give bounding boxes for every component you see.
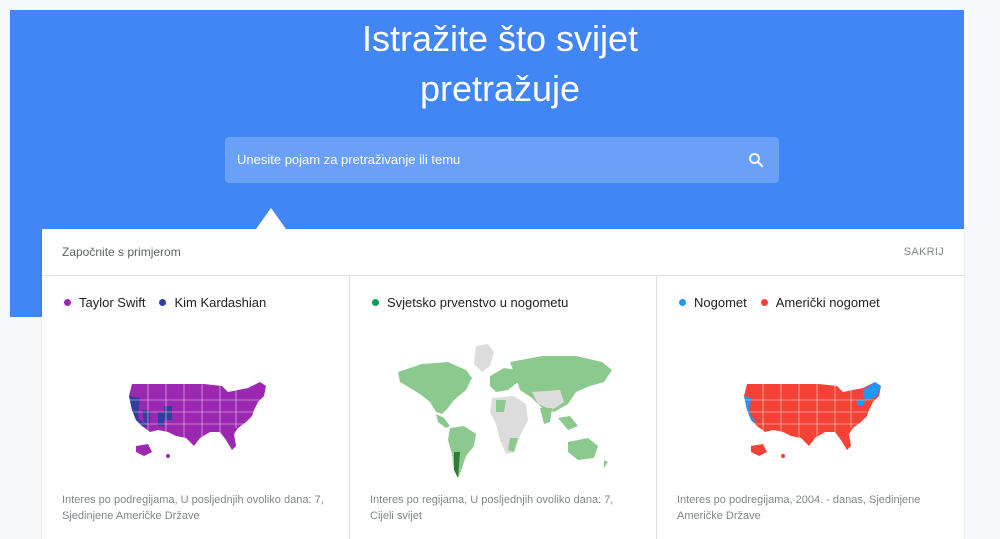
- legend: Taylor Swift Kim Kardashian: [64, 295, 280, 310]
- legend-label: Svjetsko prvenstvo u nogometu: [387, 295, 569, 310]
- world-map: [398, 344, 612, 478]
- example-card-1[interactable]: Taylor Swift Kim Kardashian Interes po po…: [42, 276, 348, 539]
- page-title-line-2: pretražuje: [419, 68, 581, 109]
- example-caption: Interes po podregijama, 2004. - danas, S…: [677, 494, 921, 522]
- card-pointer: [256, 208, 286, 229]
- search-placeholder: Unesite pojam za pretraživanje ili temu: [237, 152, 461, 167]
- page-title: Istražite što svijet pretražuje: [0, 14, 1000, 114]
- legend-label: Nogomet: [694, 295, 747, 310]
- legend-label: Kim Kardashian: [174, 295, 267, 310]
- legend-dot: [372, 299, 379, 306]
- examples-header: Započnite s primjerom SAKRIJ: [42, 229, 964, 276]
- legend-item: Američki nogomet: [760, 295, 880, 310]
- legend-dot: [679, 299, 686, 306]
- legend-item: Svjetsko prvenstvo u nogometu: [372, 295, 568, 310]
- examples-card: Započnite s primjerom SAKRIJ Taylor Swif…: [42, 229, 964, 539]
- legend-dot: [760, 299, 768, 306]
- example-card-3[interactable]: Nogomet Američki nogomet Interes po podre…: [656, 276, 963, 539]
- legend: Nogomet Američki nogomet: [679, 295, 894, 310]
- legend-label: Taylor Swift: [79, 295, 146, 310]
- example-caption: Interes po regijama, U posljednjih ovoli…: [370, 494, 614, 522]
- search-icon[interactable]: [747, 151, 765, 169]
- usa-map: [129, 382, 266, 458]
- hide-button[interactable]: SAKRIJ: [904, 229, 944, 275]
- page-title-line-1: Istražite što svijet: [361, 18, 639, 59]
- search-input[interactable]: Unesite pojam za pretraživanje ili temu: [225, 137, 779, 183]
- example-card-2[interactable]: Svjetsko prvenstvo u nogometu Interes po…: [349, 276, 656, 539]
- legend-label: Američki nogomet: [775, 295, 880, 310]
- usa-map: [744, 382, 881, 458]
- legend-dot: [64, 299, 71, 306]
- legend: Svjetsko prvenstvo u nogometu: [372, 295, 582, 310]
- legend-dot: [159, 299, 167, 306]
- legend-item: Nogomet: [679, 295, 747, 310]
- legend-item: Taylor Swift: [64, 295, 145, 310]
- examples-title: Započnite s primjerom: [62, 245, 181, 259]
- legend-item: Kim Kardashian: [159, 295, 266, 310]
- example-caption: Interes po podregijama, U posljednjih ov…: [62, 494, 324, 522]
